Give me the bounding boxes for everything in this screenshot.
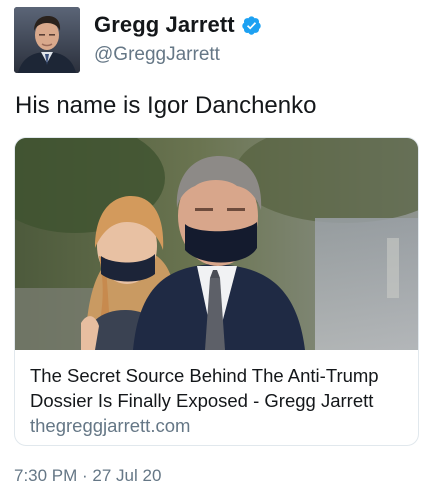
- avatar[interactable]: [14, 7, 80, 73]
- card-image: [15, 138, 418, 350]
- link-card[interactable]: The Secret Source Behind The Anti-Trump …: [14, 137, 419, 446]
- card-title[interactable]: The Secret Source Behind The Anti-Trump …: [30, 363, 410, 413]
- card-domain[interactable]: thegreggjarrett.com: [30, 415, 190, 437]
- verified-badge-icon: [241, 15, 261, 35]
- tweet: Gregg Jarrett @GreggJarrett His name is …: [0, 0, 434, 500]
- author-name-row[interactable]: Gregg Jarrett: [94, 12, 262, 38]
- display-name[interactable]: Gregg Jarrett: [94, 12, 235, 38]
- tweet-text: His name is Igor Danchenko: [15, 92, 317, 119]
- author-handle[interactable]: @GreggJarrett: [94, 44, 220, 66]
- tweet-timestamp[interactable]: 7:30 PM · 27 Jul 20: [14, 466, 161, 486]
- avatar-image: [14, 7, 80, 73]
